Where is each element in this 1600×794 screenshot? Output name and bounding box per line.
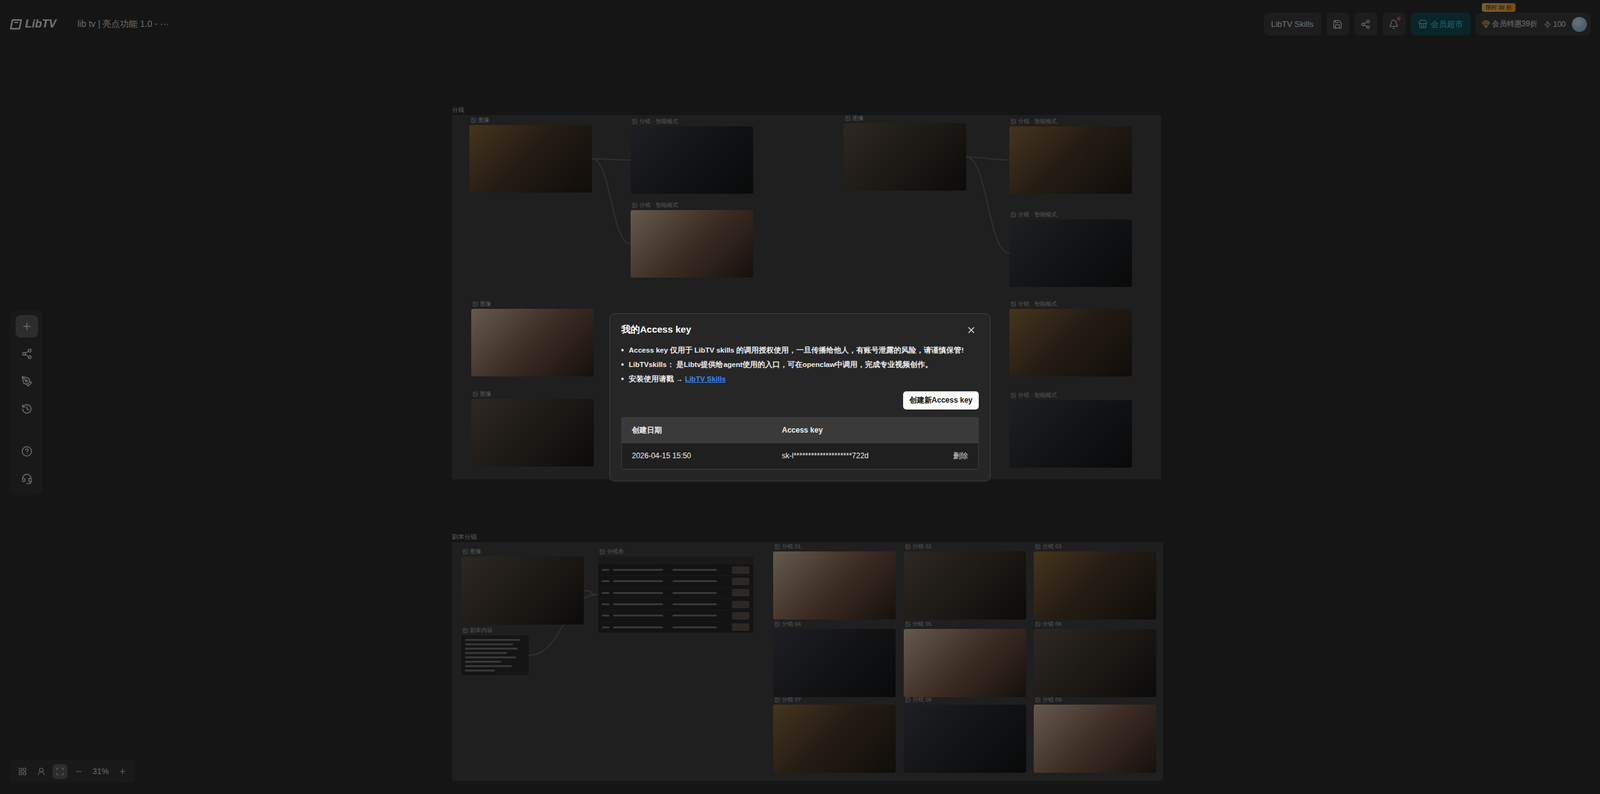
close-icon <box>966 325 977 335</box>
app: 分镜图像分镜 · 智能模式分镜 · 智能模式图像分镜 · 智能模式分镜 · 智能… <box>0 0 1600 794</box>
created-cell: 2026-04-15 15:50 <box>631 451 782 460</box>
note: Access key 仅用于 LibTV skills 的调用授权使用，一旦传播… <box>621 345 979 355</box>
access-key-dialog: 我的Access key Access key 仅用于 LibTV skills … <box>609 313 991 482</box>
note: 安装使用请戳 → LibTV Skills <box>621 373 979 384</box>
modal-overlay[interactable]: 我的Access key Access key 仅用于 LibTV skills … <box>0 0 1600 794</box>
column-header: 创建日期 <box>631 425 782 436</box>
delete-button[interactable]: 删除 <box>953 450 969 462</box>
table-header: 创建日期Access key <box>621 417 979 444</box>
note: LibTVskills： 是Libtv提供给agent使用的入口，可在openc… <box>621 359 979 370</box>
dialog-title: 我的Access key <box>621 323 692 336</box>
table-row: 2026-04-15 15:50sk-l********************… <box>621 443 979 469</box>
key-table: 创建日期Access key2026-04-15 15:50sk-l******… <box>621 416 979 470</box>
key-cell: sk-l********************722d <box>781 451 954 460</box>
bullet <box>621 363 624 366</box>
bullet <box>621 377 624 380</box>
notes: Access key 仅用于 LibTV skills 的调用授权使用，一旦传播… <box>621 345 979 384</box>
skills-link[interactable]: LibTV Skills <box>685 375 726 383</box>
bullet <box>621 348 624 352</box>
close-button[interactable] <box>963 322 979 338</box>
column-header: Access key <box>781 425 969 435</box>
create-key-button[interactable]: 创建新Access key <box>903 391 979 410</box>
